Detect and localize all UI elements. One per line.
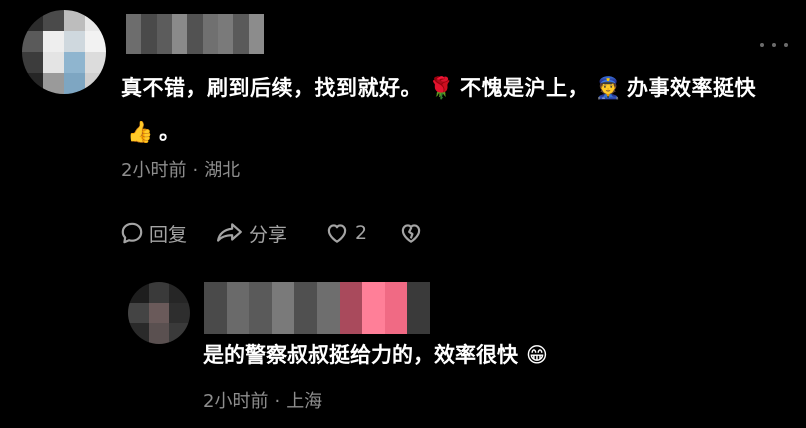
comment-actions: 回复 分享 2 [119, 216, 437, 250]
avatar[interactable] [22, 10, 106, 94]
thumbs-up-icon: 👍 [127, 120, 154, 144]
more-dots-icon[interactable] [760, 38, 788, 52]
share-button[interactable]: 分享 [215, 220, 323, 247]
rose-icon: 🌹 [428, 76, 455, 100]
comment-meta: 2小时前 · 湖北 [121, 156, 240, 182]
avatar[interactable] [128, 282, 190, 344]
comment-text-part: 办事效率挺快 [627, 76, 756, 100]
dislike-button[interactable] [397, 220, 437, 246]
comment-reply: 是的警察叔叔挺给力的，效率很快 😁 2小时前 · 上海 [0, 270, 806, 428]
reply-text-part: 是的警察叔叔挺给力的，效率很快 [203, 343, 518, 367]
broken-heart-icon [401, 224, 421, 243]
reply-meta: 2小时前 · 上海 [203, 387, 322, 413]
username-blurred[interactable] [204, 282, 430, 334]
comment-text: 真不错，刷到后续，找到就好。 🌹 不愧是沪上， 👮 办事效率挺快 👍。 [121, 66, 781, 154]
comment-main: 真不错，刷到后续，找到就好。 🌹 不愧是沪上， 👮 办事效率挺快 👍。 2小时前 · 湖北 回… [0, 0, 806, 270]
comment-text-part: 真不错，刷到后续，找到就好。 [121, 76, 422, 100]
like-count: 2 [355, 222, 368, 244]
timestamp: 2小时前 [203, 391, 269, 412]
reply-text: 是的警察叔叔挺给力的，效率很快 😁 [203, 338, 550, 372]
meta-separator: · [192, 160, 199, 181]
grinning-face-icon: 😁 [526, 343, 548, 367]
comment-text-part: 不愧是沪上， [460, 76, 589, 100]
reply-label: 回复 [149, 223, 188, 246]
meta-separator: · [274, 391, 281, 412]
like-button[interactable]: 2 [323, 220, 397, 246]
share-label: 分享 [249, 223, 288, 246]
username-blurred[interactable] [126, 14, 264, 54]
timestamp: 2小时前 [121, 160, 187, 181]
reply-button[interactable]: 回复 [119, 220, 215, 247]
share-arrow-icon [216, 223, 242, 242]
location: 湖北 [204, 160, 241, 181]
police-officer-icon: 👮 [595, 76, 622, 100]
location: 上海 [286, 391, 323, 412]
comment-bubble-icon [121, 222, 143, 244]
heart-outline-icon [327, 224, 347, 243]
comment-text-part: 。 [159, 120, 181, 144]
